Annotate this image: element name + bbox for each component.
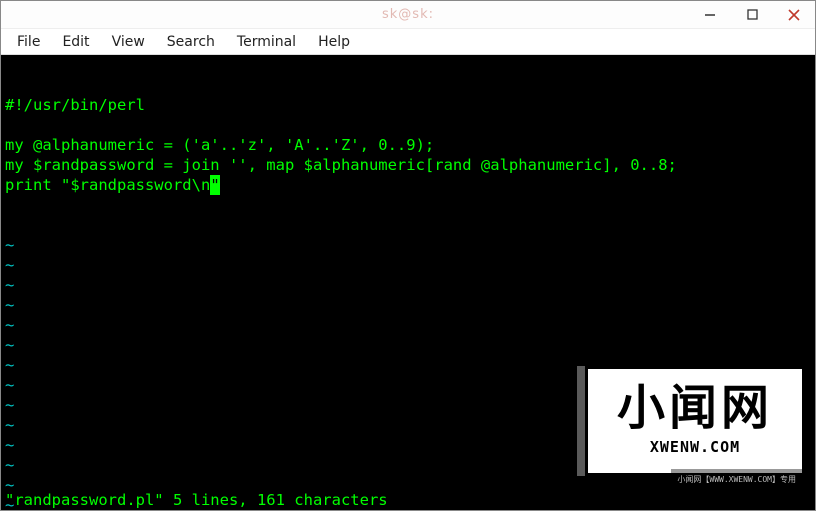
- menu-search[interactable]: Search: [157, 31, 225, 53]
- code-line: print "$randpassword\n": [5, 175, 811, 195]
- window-controls: [689, 1, 815, 28]
- titlebar: sk@sk:: [1, 1, 815, 29]
- terminal-area[interactable]: #!/usr/bin/perl my @alphanumeric = ('a'.…: [1, 55, 815, 510]
- watermark-en: XWENW.COM: [650, 437, 740, 457]
- window-title: sk@sk:: [382, 7, 434, 22]
- code-block: #!/usr/bin/perl my @alphanumeric = ('a'.…: [5, 95, 811, 195]
- code-line: my @alphanumeric = ('a'..'z', 'A'..'Z', …: [5, 135, 811, 155]
- watermark-cn: 小闻网: [617, 385, 773, 433]
- vim-status-line: "randpassword.pl" 5 lines, 161 character…: [5, 490, 388, 510]
- tilde-line: ~: [5, 255, 811, 275]
- minimize-button[interactable]: [689, 1, 731, 28]
- tilde-line: ~: [5, 295, 811, 315]
- watermark-footer: 小闻网【WWW.XWENW.COM】专用: [671, 469, 802, 491]
- close-button[interactable]: [773, 1, 815, 28]
- menu-terminal[interactable]: Terminal: [227, 31, 306, 53]
- code-line: [5, 115, 811, 135]
- tilde-line: ~: [5, 275, 811, 295]
- menu-help[interactable]: Help: [308, 31, 360, 53]
- code-line: #!/usr/bin/perl: [5, 95, 811, 115]
- cursor: ": [210, 175, 219, 195]
- menubar: File Edit View Search Terminal Help: [1, 29, 815, 55]
- tilde-line: ~: [5, 235, 811, 255]
- menu-file[interactable]: File: [7, 31, 50, 53]
- menu-edit[interactable]: Edit: [52, 31, 99, 53]
- code-line: my $randpassword = join '', map $alphanu…: [5, 155, 811, 175]
- watermark-badge: 小闻网 XWENW.COM 小闻网【WWW.XWENW.COM】专用: [585, 366, 805, 476]
- tilde-line: ~: [5, 335, 811, 355]
- tilde-line: ~: [5, 315, 811, 335]
- menu-view[interactable]: View: [102, 31, 155, 53]
- maximize-button[interactable]: [731, 1, 773, 28]
